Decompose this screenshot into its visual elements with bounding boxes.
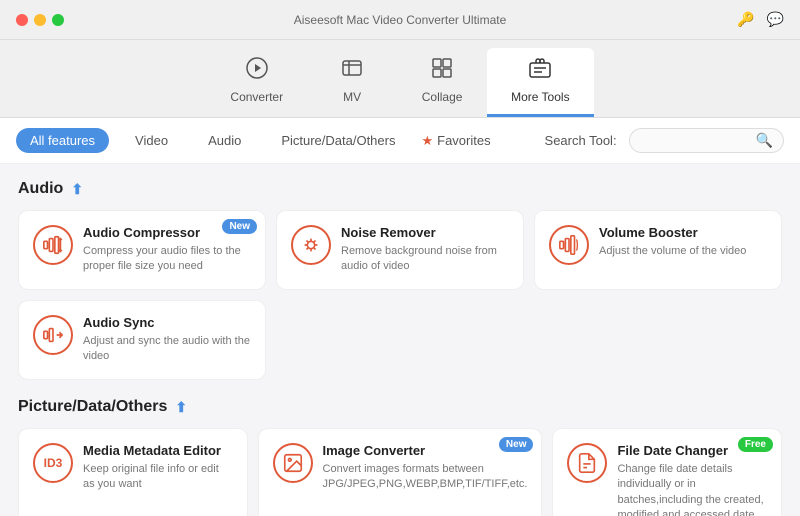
collage-icon <box>430 56 454 86</box>
audio-sync-desc: Adjust and sync the audio with the video <box>83 334 251 365</box>
media-metadata-title: Media Metadata Editor <box>83 443 233 458</box>
picture-section-title: Picture/Data/Others <box>18 398 167 416</box>
noise-remover-text: Noise Remover Remove background noise fr… <box>341 225 509 275</box>
audio-sort-icon[interactable]: ⬆ <box>71 181 83 198</box>
favorites-star-icon: ★ <box>421 133 433 149</box>
file-date-changer-text: File Date Changer Change file date detai… <box>617 443 767 516</box>
volume-booster-text: Volume Booster Adjust the volume of the … <box>599 225 767 259</box>
audio-cards-grid: Audio Compressor Compress your audio fil… <box>18 210 782 380</box>
traffic-lights <box>16 14 64 26</box>
file-date-changer-desc: Change file date details individually or… <box>617 462 767 516</box>
card-media-metadata[interactable]: ID3 Media Metadata Editor Keep original … <box>18 428 248 516</box>
image-converter-desc: Convert images formats between JPG/JPEG,… <box>323 462 528 493</box>
search-label: Search Tool: <box>545 133 617 148</box>
file-date-changer-badge: Free <box>738 437 773 452</box>
main-content: Audio ⬆ Audio Compressor Compress your a… <box>0 164 800 516</box>
noise-remover-icon <box>291 225 331 265</box>
card-audio-compressor[interactable]: Audio Compressor Compress your audio fil… <box>18 210 266 290</box>
tab-mv-label: MV <box>343 90 361 104</box>
audio-compressor-badge: New <box>222 219 257 234</box>
image-converter-title: Image Converter <box>323 443 528 458</box>
filter-bar: All features Video Audio Picture/Data/Ot… <box>0 118 800 164</box>
media-metadata-desc: Keep original file info or edit as you w… <box>83 462 233 493</box>
card-noise-remover[interactable]: Noise Remover Remove background noise fr… <box>276 210 524 290</box>
tab-converter-label: Converter <box>230 90 283 104</box>
minimize-button[interactable] <box>34 14 46 26</box>
card-volume-booster[interactable]: Volume Booster Adjust the volume of the … <box>534 210 782 290</box>
media-metadata-icon: ID3 <box>33 443 73 483</box>
card-file-date-changer[interactable]: File Date Changer Change file date detai… <box>552 428 782 516</box>
picture-cards-grid: ID3 Media Metadata Editor Keep original … <box>18 428 782 516</box>
volume-booster-icon <box>549 225 589 265</box>
tab-collage[interactable]: Collage <box>397 48 487 117</box>
audio-sync-title: Audio Sync <box>83 315 251 330</box>
maximize-button[interactable] <box>52 14 64 26</box>
card-image-converter[interactable]: Image Converter Convert images formats b… <box>258 428 543 516</box>
search-input[interactable] <box>640 133 750 148</box>
tab-more-tools[interactable]: More Tools <box>487 48 593 117</box>
picture-section-header: Picture/Data/Others ⬆ <box>18 398 782 416</box>
search-icon[interactable]: 🔍 <box>756 132 773 149</box>
filter-video[interactable]: Video <box>121 128 182 153</box>
tab-mv[interactable]: MV <box>307 48 397 117</box>
audio-compressor-icon <box>33 225 73 265</box>
tab-more-tools-label: More Tools <box>511 90 569 104</box>
media-metadata-text: Media Metadata Editor Keep original file… <box>83 443 233 493</box>
title-bar-actions: 🔑 💬 <box>737 11 784 28</box>
key-icon[interactable]: 🔑 <box>737 11 754 28</box>
title-bar: Aiseesoft Mac Video Converter Ultimate 🔑… <box>0 0 800 40</box>
tab-converter[interactable]: Converter <box>206 48 307 117</box>
filter-all[interactable]: All features <box>16 128 109 153</box>
more-tools-icon <box>528 56 552 86</box>
tab-collage-label: Collage <box>422 90 463 104</box>
noise-remover-title: Noise Remover <box>341 225 509 240</box>
image-converter-text: Image Converter Convert images formats b… <box>323 443 528 493</box>
close-button[interactable] <box>16 14 28 26</box>
filter-picture[interactable]: Picture/Data/Others <box>267 128 409 153</box>
favorites-button[interactable]: ★ Favorites <box>421 133 490 149</box>
volume-booster-desc: Adjust the volume of the video <box>599 244 767 259</box>
converter-icon <box>245 56 269 86</box>
audio-sync-text: Audio Sync Adjust and sync the audio wit… <box>83 315 251 365</box>
nav-tabs: Converter MV Collage <box>0 40 800 118</box>
audio-section-title: Audio <box>18 180 63 198</box>
search-wrap: 🔍 <box>629 128 784 153</box>
file-date-changer-icon <box>567 443 607 483</box>
mv-icon <box>340 56 364 86</box>
image-converter-icon <box>273 443 313 483</box>
audio-sync-icon <box>33 315 73 355</box>
noise-remover-desc: Remove background noise from audio of vi… <box>341 244 509 275</box>
audio-compressor-desc: Compress your audio files to the proper … <box>83 244 251 275</box>
favorites-label: Favorites <box>437 133 490 148</box>
picture-sort-icon[interactable]: ⬆ <box>175 399 187 416</box>
image-converter-badge: New <box>499 437 534 452</box>
filter-audio[interactable]: Audio <box>194 128 255 153</box>
audio-section-header: Audio ⬆ <box>18 180 782 198</box>
volume-booster-title: Volume Booster <box>599 225 767 240</box>
card-audio-sync[interactable]: Audio Sync Adjust and sync the audio wit… <box>18 300 266 380</box>
chat-icon[interactable]: 💬 <box>767 11 784 28</box>
window-title: Aiseesoft Mac Video Converter Ultimate <box>294 13 507 27</box>
